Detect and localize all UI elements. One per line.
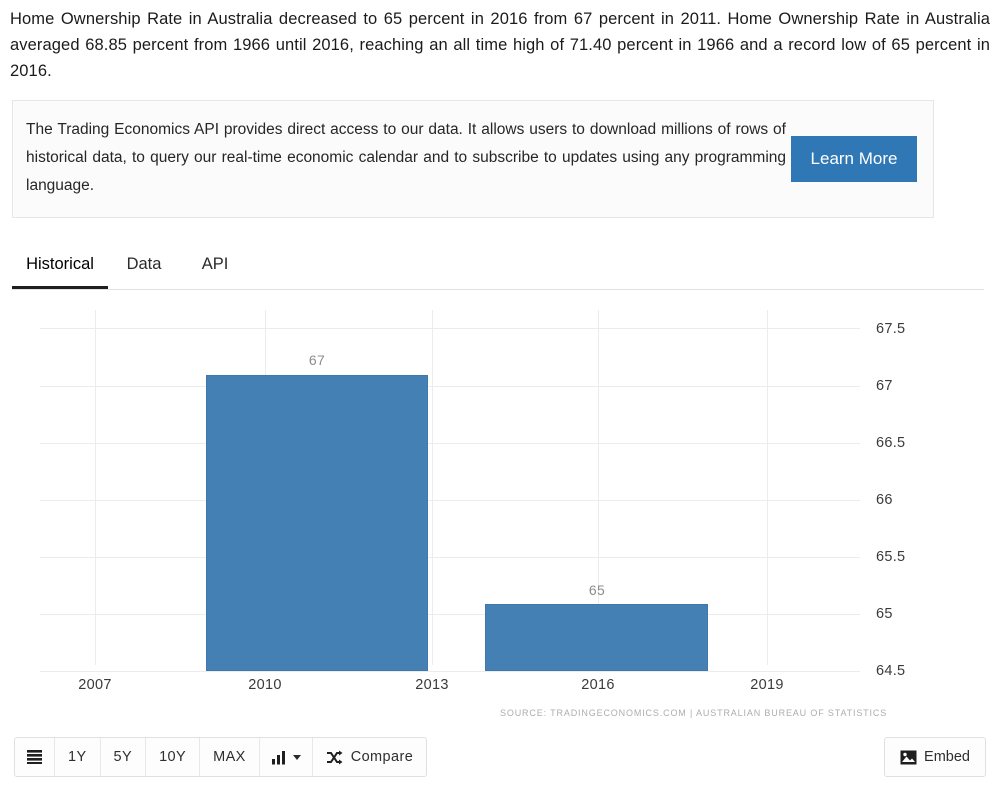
ytick-67-5: 67.5 bbox=[876, 321, 906, 337]
chart-container: 67 65 2007 2010 2013 2016 2019 67.5 67 6… bbox=[0, 300, 1000, 725]
image-icon bbox=[900, 750, 917, 765]
api-promo-text: The Trading Economics API provides direc… bbox=[26, 121, 786, 194]
summary-paragraph: Home Ownership Rate in Australia decreas… bbox=[10, 10, 990, 80]
gridline-horizontal bbox=[40, 443, 860, 444]
gridline-horizontal bbox=[40, 671, 860, 672]
bar-label-2016: 65 bbox=[588, 582, 606, 598]
tab-historical[interactable]: Historical bbox=[12, 246, 108, 289]
gridline-horizontal bbox=[40, 557, 860, 558]
embed-label: Embed bbox=[924, 749, 970, 765]
xtick-2019: 2019 bbox=[750, 677, 784, 693]
ytick-66-5: 66.5 bbox=[876, 435, 906, 451]
range-max-button[interactable]: MAX bbox=[200, 738, 260, 776]
range-1y-button[interactable]: 1Y bbox=[55, 738, 101, 776]
range-10y-button[interactable]: 10Y bbox=[146, 738, 201, 776]
api-promo-banner: The Trading Economics API provides direc… bbox=[12, 100, 934, 218]
compare-label: Compare bbox=[350, 749, 414, 765]
chart-tabs: Historical Data API bbox=[12, 246, 984, 290]
ytick-67: 67 bbox=[876, 378, 893, 394]
bar-label-2011: 67 bbox=[308, 352, 326, 368]
xtick-2010: 2010 bbox=[248, 677, 282, 693]
gridline-horizontal bbox=[40, 614, 860, 615]
range-5y-button[interactable]: 5Y bbox=[101, 738, 147, 776]
bar-chart-icon bbox=[271, 750, 287, 765]
bar-2011[interactable] bbox=[206, 375, 428, 671]
gridline-vertical bbox=[432, 310, 433, 665]
embed-button[interactable]: Embed bbox=[884, 737, 986, 777]
gridline-vertical bbox=[767, 310, 768, 665]
gridline-horizontal bbox=[40, 328, 860, 329]
chart-toolbar: 1Y 5Y 10Y MAX Compare bbox=[14, 737, 428, 777]
list-icon bbox=[26, 749, 43, 765]
gridline-horizontal bbox=[40, 386, 860, 387]
ytick-65: 65 bbox=[876, 606, 893, 622]
chevron-down-icon bbox=[292, 754, 301, 760]
chart-source-attribution: SOURCE: TRADINGECONOMICS.COM | AUSTRALIA… bbox=[500, 708, 888, 718]
bar-2016[interactable] bbox=[485, 604, 708, 671]
chart-plot-area: 67 65 2007 2010 2013 2016 2019 bbox=[40, 310, 860, 693]
xtick-2016: 2016 bbox=[581, 677, 615, 693]
shuffle-icon bbox=[326, 750, 343, 765]
xtick-2007: 2007 bbox=[78, 677, 112, 693]
compare-button[interactable]: Compare bbox=[313, 738, 426, 776]
chart-type-dropdown[interactable] bbox=[260, 738, 313, 776]
tab-api[interactable]: API bbox=[190, 246, 240, 289]
xtick-2013: 2013 bbox=[415, 677, 449, 693]
learn-more-button[interactable]: Learn More bbox=[791, 136, 917, 182]
ytick-64-5: 64.5 bbox=[876, 663, 906, 679]
table-view-button[interactable] bbox=[15, 738, 55, 776]
ytick-66: 66 bbox=[876, 492, 893, 508]
gridline-horizontal bbox=[40, 500, 860, 501]
ytick-65-5: 65.5 bbox=[876, 549, 906, 565]
gridline-vertical bbox=[95, 310, 96, 665]
tab-data[interactable]: Data bbox=[116, 246, 172, 289]
